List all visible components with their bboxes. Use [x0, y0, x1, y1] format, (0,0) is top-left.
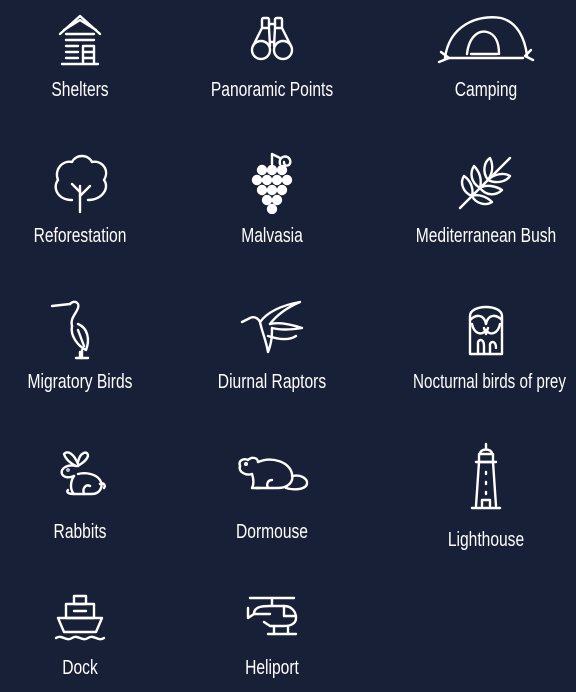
swallow-icon: [176, 296, 368, 360]
legend-item-dock: Dock: [0, 592, 176, 680]
legend-item-label: Reforestation: [33, 225, 127, 247]
legend-item-label: Malvasia: [241, 225, 303, 247]
legend-item-label: Migratory Birds: [27, 371, 133, 393]
tree-icon: [0, 150, 176, 214]
legend-item-label: Heliport: [245, 657, 299, 679]
legend-item-mediterranean-bush: Mediterranean Bush: [390, 150, 576, 248]
legend-item-label: Dock: [62, 657, 98, 679]
legend-item-label: Shelters: [51, 79, 109, 101]
legend-item-heliport: Heliport: [176, 592, 368, 680]
legend-item-label: Lighthouse: [447, 529, 525, 551]
legend-item-label: Dormouse: [236, 521, 308, 543]
legend-item-malvasia: Malvasia: [176, 150, 368, 248]
binoculars-icon: [176, 10, 368, 70]
legend-item-nocturnal-birds: Nocturnal birds of prey: [390, 296, 576, 394]
grapes-icon: [176, 150, 368, 214]
heron-icon: [0, 296, 176, 360]
olive-branch-icon: [390, 150, 576, 214]
legend-item-label: Panoramic Points: [210, 79, 334, 101]
legend-item-diurnal-raptors: Diurnal Raptors: [176, 296, 368, 394]
legend-item-label: Camping: [454, 79, 518, 101]
legend-item-migratory-birds: Migratory Birds: [0, 296, 176, 394]
helicopter-icon: [176, 592, 368, 642]
legend-item-dormouse: Dormouse: [176, 442, 368, 544]
legend-item-lighthouse: Lighthouse: [390, 442, 576, 552]
lighthouse-icon: [390, 442, 576, 514]
legend-item-panoramic-points: Panoramic Points: [176, 10, 368, 102]
legend-item-rabbits: Rabbits: [0, 442, 176, 544]
legend-item-label: Nocturnal birds of prey: [413, 371, 566, 393]
legend-item-shelters: Shelters: [0, 10, 176, 102]
ship-icon: [0, 592, 176, 642]
legend-item-camping: Camping: [390, 10, 576, 102]
legend-item-label: Mediterranean Bush: [415, 225, 557, 247]
legend-grid: Shelters Panoramic Points Camping Refore…: [0, 0, 576, 692]
dormouse-icon: [176, 442, 368, 506]
rabbit-icon: [0, 442, 176, 506]
shelter-icon: [0, 10, 176, 70]
legend-item-label: Rabbits: [53, 521, 107, 543]
legend-item-reforestation: Reforestation: [0, 150, 176, 248]
legend-item-label: Diurnal Raptors: [217, 371, 327, 393]
tent-icon: [390, 10, 576, 70]
owl-icon: [390, 296, 576, 360]
